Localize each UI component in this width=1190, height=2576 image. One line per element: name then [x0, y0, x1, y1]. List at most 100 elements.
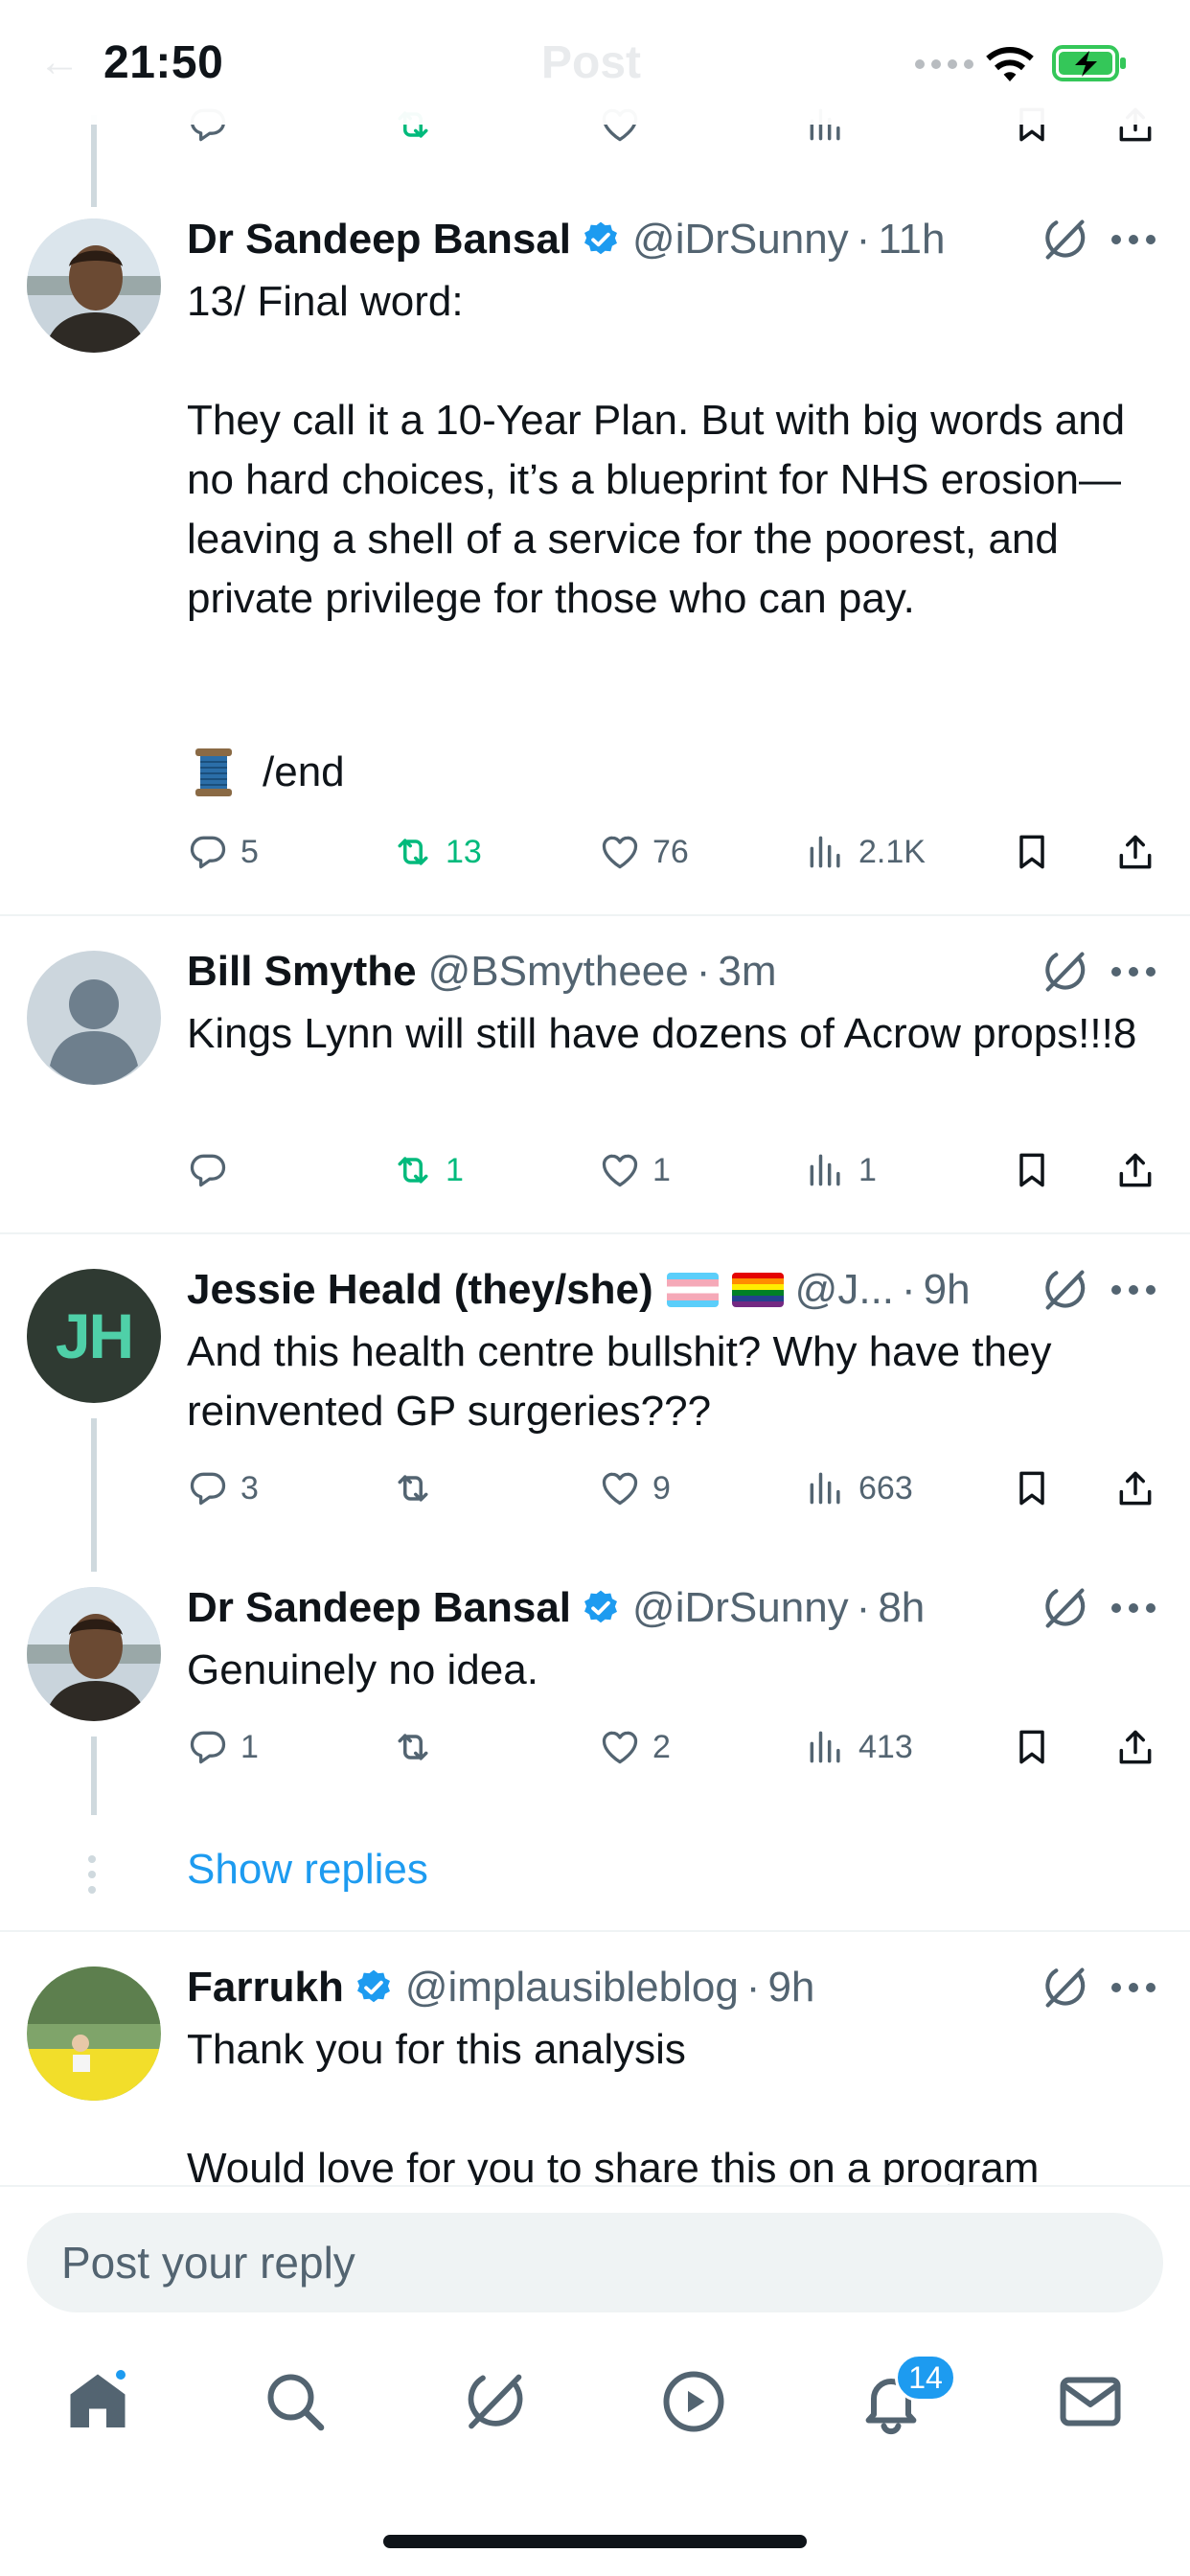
view-count: 413 — [858, 1728, 913, 1765]
thread-line — [91, 115, 97, 207]
grok-tab-icon[interactable] — [460, 2367, 529, 2436]
divider — [0, 1232, 1190, 1234]
bookmark-icon — [1011, 831, 1053, 873]
show-replies-link[interactable]: Show replies — [187, 1846, 428, 1894]
divider — [0, 1930, 1190, 1932]
verified-badge-icon — [354, 1967, 394, 2008]
author-handle[interactable]: @BSmytheee — [428, 948, 689, 996]
avatar[interactable] — [27, 218, 161, 353]
like-button[interactable]: 2 — [599, 1723, 671, 1771]
view-count: 1 — [858, 1151, 877, 1188]
grok-icon[interactable] — [1040, 215, 1089, 264]
post-time[interactable]: 9h — [924, 1266, 971, 1314]
avatar[interactable]: JH — [27, 1269, 161, 1403]
thread-line — [91, 1736, 97, 1815]
wifi-icon — [986, 47, 1034, 81]
post-actions: 3 9 663 — [187, 1464, 1164, 1512]
post-time[interactable]: 9h — [767, 1964, 814, 2012]
views-button[interactable]: 413 — [805, 1723, 913, 1771]
repost-button[interactable] — [392, 1464, 446, 1512]
view-count: 2.1K — [858, 833, 926, 870]
repost-button[interactable]: 13 — [392, 828, 482, 876]
author-name[interactable]: Jessie Heald (they/she) — [187, 1266, 653, 1314]
post-time[interactable]: 3m — [718, 948, 776, 996]
more-icon[interactable] — [1111, 1283, 1159, 1297]
heart-icon — [599, 1467, 641, 1509]
post-header: Dr Sandeep Bansal @iDrSunny · 11h — [187, 211, 945, 268]
search-icon[interactable] — [261, 2367, 330, 2436]
post-text-line: /end — [187, 743, 1145, 802]
author-name[interactable]: Farrukh — [187, 1964, 344, 2012]
author-handle[interactable]: @iDrSunny — [632, 216, 849, 264]
views-icon — [805, 831, 847, 873]
author-name[interactable]: Dr Sandeep Bansal — [187, 216, 571, 264]
rainbow-flag-icon — [731, 1273, 784, 1307]
views-icon — [805, 1726, 847, 1768]
back-arrow-icon[interactable]: ← — [38, 38, 80, 86]
home-indicator — [383, 2535, 807, 2548]
share-button[interactable] — [1114, 1146, 1156, 1194]
bookmark-button[interactable] — [1011, 1464, 1053, 1512]
author-name[interactable]: Dr Sandeep Bansal — [187, 1584, 571, 1632]
like-button[interactable]: 76 — [599, 828, 689, 876]
transgender-flag-icon — [666, 1273, 719, 1307]
reply-input[interactable] — [27, 2213, 1163, 2312]
more-icon[interactable] — [1111, 1981, 1159, 1994]
views-button[interactable]: 663 — [805, 1464, 913, 1512]
bookmark-button[interactable] — [1011, 1146, 1053, 1194]
repost-button[interactable]: 1 — [392, 1146, 464, 1194]
avatar[interactable] — [27, 1966, 161, 2101]
repost-icon — [392, 1467, 434, 1509]
post-time[interactable]: 11h — [878, 216, 945, 264]
author-handle[interactable]: @J... — [795, 1266, 894, 1314]
grok-icon[interactable] — [1040, 947, 1089, 997]
views-button[interactable]: 1 — [805, 1146, 877, 1194]
views-icon — [805, 1467, 847, 1509]
reply-icon — [187, 1149, 229, 1191]
bookmark-button[interactable] — [1011, 1723, 1053, 1771]
like-button[interactable]: 1 — [599, 1146, 671, 1194]
repost-icon — [392, 1149, 434, 1191]
bookmark-icon — [1011, 1726, 1053, 1768]
repost-button[interactable] — [392, 1723, 446, 1771]
share-icon — [1114, 1726, 1156, 1768]
more-icon[interactable] — [1111, 233, 1159, 246]
reply-button[interactable] — [187, 1146, 240, 1194]
avatar-initials: JH — [55, 1300, 134, 1371]
like-button[interactable]: 9 — [599, 1464, 671, 1512]
post-time[interactable]: 8h — [878, 1584, 925, 1632]
author-handle[interactable]: @iDrSunny — [632, 1584, 849, 1632]
repost-icon — [392, 1726, 434, 1768]
avatar[interactable] — [27, 951, 161, 1085]
reply-button[interactable]: 1 — [187, 1723, 259, 1771]
more-icon[interactable] — [1111, 965, 1159, 978]
reply-feed[interactable]: Dr Sandeep Bansal @iDrSunny · 11h 13/ Fi… — [0, 0, 1190, 2185]
share-button[interactable] — [1114, 828, 1156, 876]
grok-icon[interactable] — [1040, 1963, 1089, 2012]
views-button[interactable]: 2.1K — [805, 828, 926, 876]
share-button[interactable] — [1114, 1464, 1156, 1512]
share-icon — [1114, 831, 1156, 873]
bookmark-button[interactable] — [1011, 828, 1053, 876]
post-header: Farrukh @implausibleblog · 9h — [187, 1959, 814, 2016]
more-icon[interactable] — [1111, 1601, 1159, 1615]
separator-dot: · — [745, 1964, 761, 2011]
separator-dot: · — [902, 1266, 916, 1313]
spool-of-thread-icon — [195, 748, 232, 796]
video-icon[interactable] — [659, 2367, 728, 2436]
mail-icon[interactable] — [1056, 2367, 1125, 2436]
reply-button[interactable]: 3 — [187, 1464, 259, 1512]
share-icon — [1114, 1467, 1156, 1509]
home-unread-dot — [113, 2367, 128, 2382]
grok-icon[interactable] — [1040, 1265, 1089, 1315]
share-button[interactable] — [1114, 1723, 1156, 1771]
post-header: Dr Sandeep Bansal @iDrSunny · 8h — [187, 1579, 925, 1637]
reply-button[interactable]: 5 — [187, 828, 259, 876]
bookmark-icon — [1011, 1149, 1053, 1191]
author-name[interactable]: Bill Smythe — [187, 948, 417, 996]
author-handle[interactable]: @implausibleblog — [405, 1964, 739, 2012]
heart-icon — [599, 831, 641, 873]
grok-icon[interactable] — [1040, 1583, 1089, 1633]
like-count: 76 — [652, 833, 689, 870]
avatar[interactable] — [27, 1587, 161, 1721]
